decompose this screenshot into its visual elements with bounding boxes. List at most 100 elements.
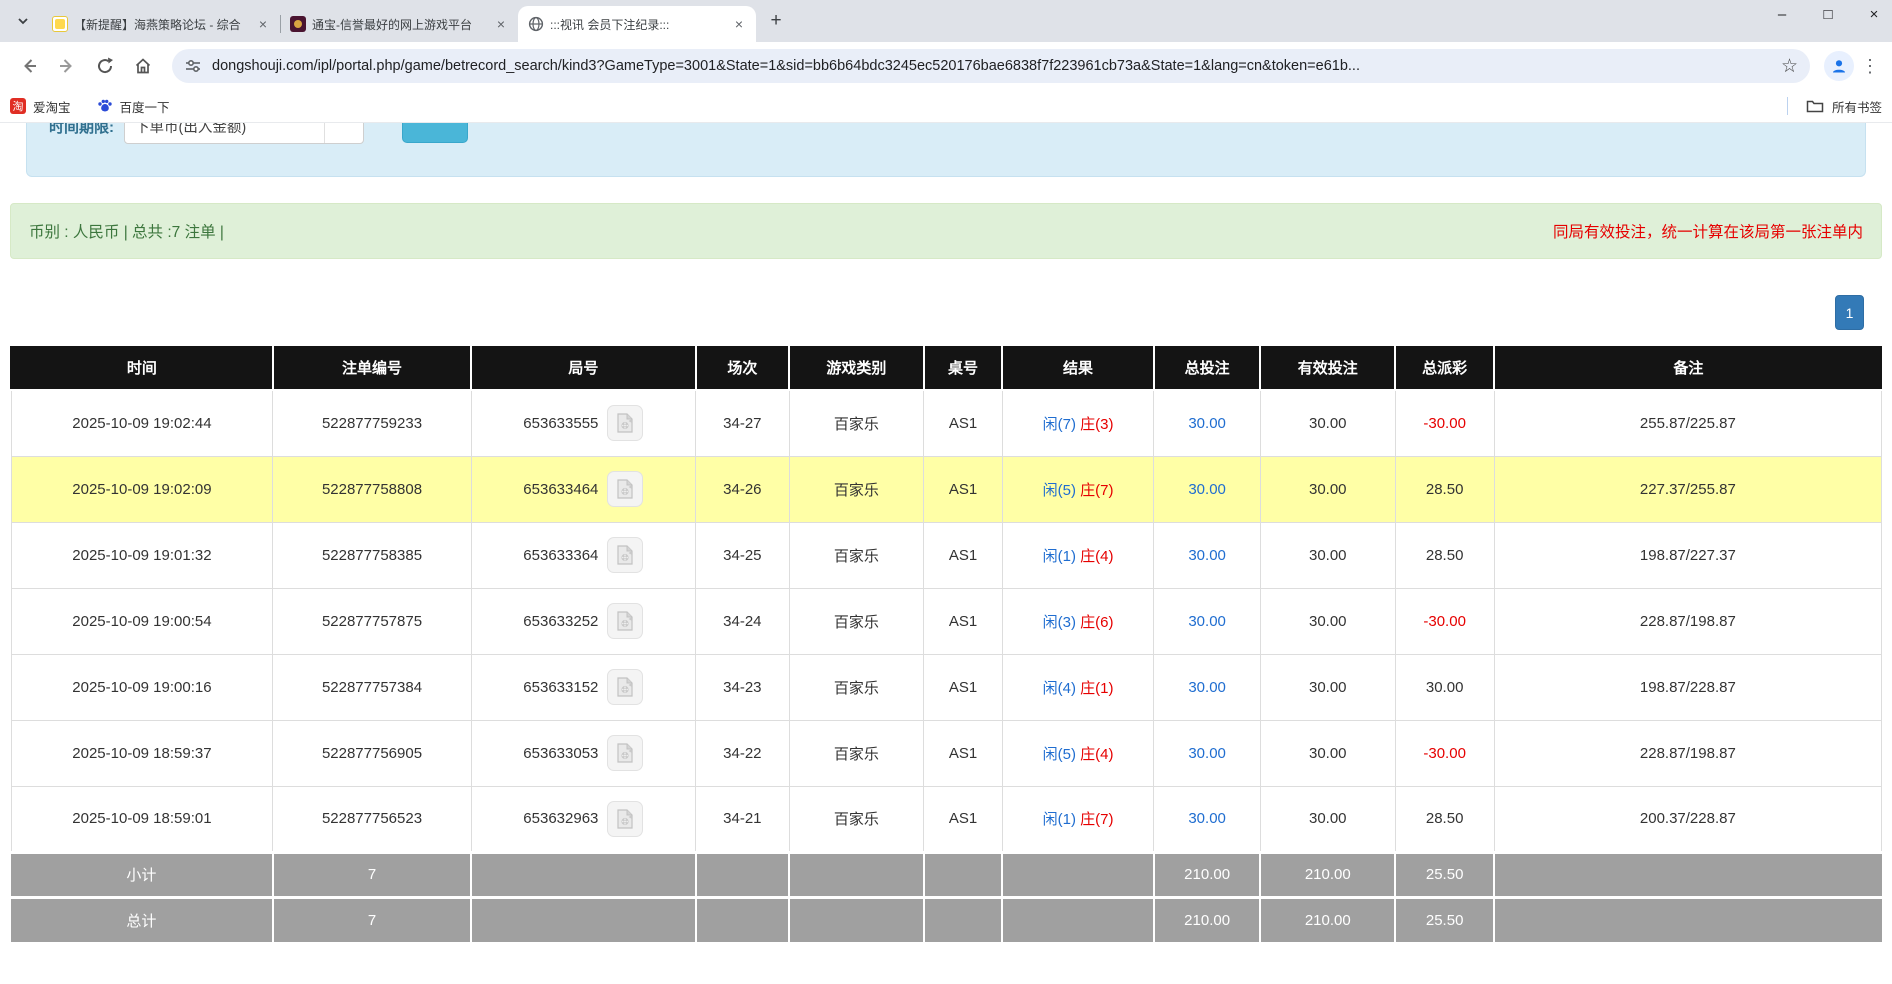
video-file-icon <box>614 478 636 500</box>
currency-filter-select[interactable]: 下单币(出入金额) <box>124 123 364 144</box>
home-button[interactable] <box>127 50 159 82</box>
cell-session: 34-26 <box>696 456 790 522</box>
cell-total-bet[interactable]: 30.00 <box>1154 588 1261 654</box>
cell-total-bet[interactable]: 30.00 <box>1154 390 1261 456</box>
cell-result: 闲(5) 庄(4) <box>1002 720 1154 786</box>
video-file-icon <box>614 412 636 434</box>
table-row: 2025-10-09 18:59:01 522877756523 6536329… <box>11 786 1882 852</box>
back-button[interactable] <box>13 50 45 82</box>
url-text[interactable]: dongshouji.com/ipl/portal.php/game/betre… <box>212 58 1773 74</box>
result-player: 闲(1) <box>1043 548 1076 565</box>
bookmark-baidu[interactable]: 百度一下 <box>97 97 170 116</box>
cell-session: 34-23 <box>696 654 790 720</box>
bookmark-aitaobao[interactable]: 淘 爱淘宝 <box>10 97 71 116</box>
video-replay-button[interactable] <box>607 537 643 573</box>
cell-bet-no: 522877757875 <box>273 588 471 654</box>
site-settings-tune-icon[interactable] <box>184 57 202 75</box>
cell-total-bet[interactable]: 30.00 <box>1154 654 1261 720</box>
result-banker: 庄(7) <box>1080 811 1113 828</box>
cell-session: 34-25 <box>696 522 790 588</box>
cell-note: 228.87/198.87 <box>1494 720 1881 786</box>
back-arrow-icon <box>19 56 39 76</box>
table-row: 2025-10-09 19:00:54 522877757875 6536332… <box>11 588 1882 654</box>
search-button[interactable] <box>402 123 468 143</box>
round-number: 653633152 <box>523 679 598 696</box>
cell-payout: 28.50 <box>1395 456 1494 522</box>
forward-button[interactable] <box>51 50 83 82</box>
cell-valid-bet: 30.00 <box>1260 786 1395 852</box>
cell-total-bet[interactable]: 30.00 <box>1154 720 1261 786</box>
minimize-button[interactable]: – <box>1772 6 1792 23</box>
col-valid-bet: 有效投注 <box>1260 346 1395 390</box>
cell-note: 200.37/228.87 <box>1494 786 1881 852</box>
cell-total-bet[interactable]: 30.00 <box>1154 456 1261 522</box>
close-tab-icon[interactable]: × <box>254 15 272 33</box>
profile-avatar[interactable] <box>1824 51 1854 81</box>
video-replay-button[interactable] <box>607 801 643 837</box>
video-replay-button[interactable] <box>607 669 643 705</box>
cell-total-bet[interactable]: 30.00 <box>1154 522 1261 588</box>
all-bookmarks[interactable]: 所有书签 <box>1787 97 1882 116</box>
round-number: 653633555 <box>523 415 598 432</box>
reload-button[interactable] <box>89 50 121 82</box>
cell-total-bet[interactable]: 30.00 <box>1154 786 1261 852</box>
cell-result: 闲(1) 庄(4) <box>1002 522 1154 588</box>
cell-game-type: 百家乐 <box>789 588 924 654</box>
cell-bet-no: 522877759233 <box>273 390 471 456</box>
video-file-icon <box>614 676 636 698</box>
close-tab-icon[interactable]: × <box>492 15 510 33</box>
tab-favicon-badge-icon <box>290 16 306 32</box>
col-total-bet: 总投注 <box>1154 346 1261 390</box>
video-replay-button[interactable] <box>607 405 643 441</box>
tab-strip: 【新提醒】海燕策略论坛 - 综合 × 通宝-信誉最好的网上游戏平台 × :::视… <box>0 0 1892 42</box>
close-tab-icon[interactable]: × <box>730 15 748 33</box>
summary-bar: 币别 : 人民币 | 总共 :7 注单 | 同局有效投注，统一计算在该局第一张注… <box>10 203 1882 259</box>
page-content: 时间期限: 下单币(出入金额) 币别 : 人民币 | 总共 :7 注单 | 同局… <box>0 123 1892 983</box>
cell-time: 2025-10-09 19:00:54 <box>11 588 273 654</box>
maximize-button[interactable]: □ <box>1818 6 1838 23</box>
tab-haiyan-forum[interactable]: 【新提醒】海燕策略论坛 - 综合 × <box>42 6 280 42</box>
table-summary-row: 总计 7 210.00 210.00 25.50 <box>11 897 1882 942</box>
cell-result: 闲(1) 庄(7) <box>1002 786 1154 852</box>
tab-tongbao[interactable]: 通宝-信誉最好的网上游戏平台 × <box>280 6 518 42</box>
bookmark-star-icon[interactable]: ☆ <box>1781 55 1798 78</box>
cell-payout: 30.00 <box>1395 654 1494 720</box>
result-banker: 庄(6) <box>1080 614 1113 631</box>
result-player: 闲(7) <box>1043 416 1076 433</box>
new-tab-button[interactable]: + <box>762 7 790 35</box>
cell-valid-bet: 30.00 <box>1260 456 1395 522</box>
cell-valid-bet: 30.00 <box>1260 720 1395 786</box>
all-bookmarks-label: 所有书签 <box>1832 97 1882 116</box>
cell-table-no: AS1 <box>924 720 1003 786</box>
video-replay-button[interactable] <box>607 603 643 639</box>
video-replay-button[interactable] <box>607 471 643 507</box>
summary-label: 总计 <box>11 897 273 942</box>
cell-bet-no: 522877758385 <box>273 522 471 588</box>
filter-panel: 时间期限: 下单币(出入金额) <box>26 123 1866 177</box>
address-bar[interactable]: dongshouji.com/ipl/portal.php/game/betre… <box>172 49 1810 83</box>
summary-valid-bet: 210.00 <box>1260 852 1395 897</box>
pagination: 1 <box>28 295 1864 330</box>
page-1-button[interactable]: 1 <box>1835 295 1864 330</box>
reload-icon <box>95 56 115 76</box>
cell-game-type: 百家乐 <box>789 390 924 456</box>
cell-time: 2025-10-09 18:59:01 <box>11 786 273 852</box>
col-session: 场次 <box>696 346 790 390</box>
round-number: 653633464 <box>523 481 598 498</box>
cell-time: 2025-10-09 18:59:37 <box>11 720 273 786</box>
cell-table-no: AS1 <box>924 654 1003 720</box>
video-replay-button[interactable] <box>607 735 643 771</box>
close-window-button[interactable]: × <box>1864 6 1884 23</box>
tab-bet-records-active[interactable]: :::视讯 会员下注纪录::: × <box>518 6 756 42</box>
cell-payout: 28.50 <box>1395 522 1494 588</box>
tab-search-button[interactable] <box>8 6 38 36</box>
result-banker: 庄(4) <box>1080 746 1113 763</box>
bookmarks-divider <box>1787 97 1788 115</box>
currency-total-info: 币别 : 人民币 | 总共 :7 注单 | <box>29 220 224 242</box>
col-game-type: 游戏类别 <box>789 346 924 390</box>
cell-valid-bet: 30.00 <box>1260 654 1395 720</box>
cell-round-no: 653633252 <box>471 588 695 654</box>
browser-menu-button[interactable]: ⋮ <box>1858 56 1882 77</box>
summary-valid-bet: 210.00 <box>1260 897 1395 942</box>
cell-valid-bet: 30.00 <box>1260 588 1395 654</box>
